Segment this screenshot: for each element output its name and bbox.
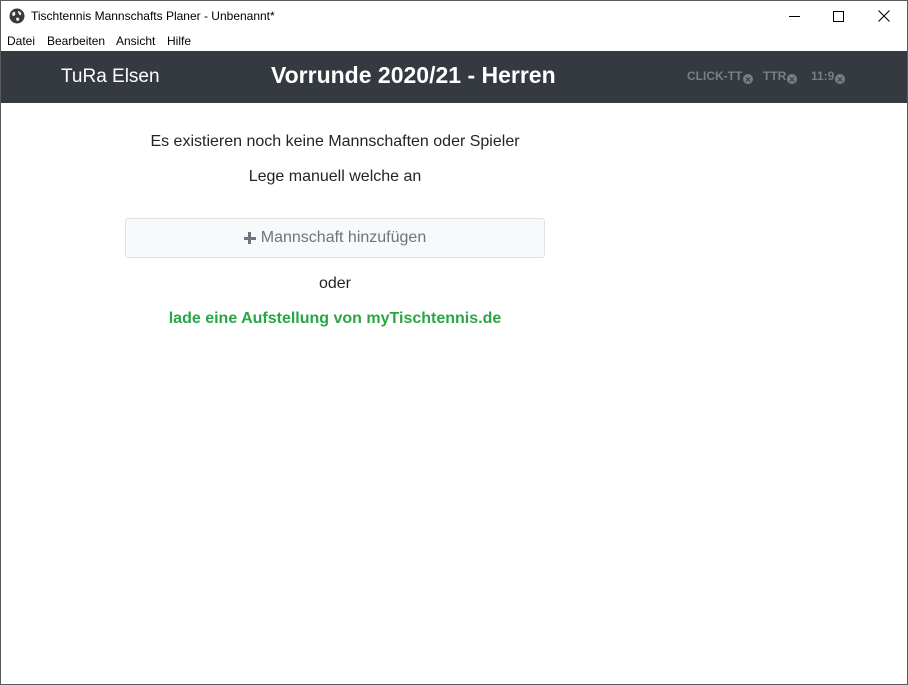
- minimize-button[interactable]: [771, 1, 817, 31]
- close-icon: [878, 10, 890, 22]
- close-icon[interactable]: [835, 74, 846, 84]
- tag-ttr: TTR: [763, 69, 798, 87]
- tag-click-tt: CLICK-TT: [687, 69, 754, 87]
- manual-hint: Lege manuell welche an: [248, 168, 422, 185]
- add-team-label: Mannschaft hinzufügen: [260, 229, 427, 246]
- plus-icon: [243, 232, 256, 244]
- tag-ttr-label: TTR: [763, 69, 787, 83]
- tag-click-tt-label: CLICK-TT: [687, 69, 743, 83]
- main-content: Es existieren noch keine Mannschaften od…: [1, 103, 907, 684]
- app-window: Tischtennis Mannschafts Planer - Unbenan…: [0, 0, 908, 685]
- club-name[interactable]: TuRa Elsen: [61, 66, 160, 88]
- maximize-button[interactable]: [815, 1, 861, 31]
- menu-hilfe[interactable]: Hilfe: [167, 34, 191, 48]
- app-header: TuRa Elsen Vorrunde 2020/21 - Herren CLI…: [1, 51, 907, 103]
- empty-message: Es existieren noch keine Mannschaften od…: [150, 133, 520, 150]
- minimize-icon: [788, 15, 800, 17]
- close-window-button[interactable]: [861, 1, 907, 31]
- menu-bar: Datei Bearbeiten Ansicht Hilfe: [1, 31, 907, 51]
- menu-ansicht[interactable]: Ansicht: [116, 34, 155, 48]
- add-team-button[interactable]: Mannschaft hinzufügen: [125, 218, 545, 258]
- close-icon[interactable]: [787, 74, 798, 84]
- tag-ratio-label: 11:9: [811, 69, 835, 83]
- menu-datei[interactable]: Datei: [7, 34, 35, 48]
- menu-bearbeiten[interactable]: Bearbeiten: [47, 34, 105, 48]
- globe-app-icon: [9, 8, 25, 24]
- title-bar: Tischtennis Mannschafts Planer - Unbenan…: [1, 1, 907, 31]
- import-mytischtennis-link[interactable]: lade eine Aufstellung von myTischtennis.…: [125, 310, 545, 328]
- season-title[interactable]: Vorrunde 2020/21 - Herren: [271, 62, 556, 89]
- close-icon[interactable]: [743, 74, 754, 84]
- window-title: Tischtennis Mannschafts Planer - Unbenan…: [31, 9, 275, 23]
- or-label: oder: [318, 275, 352, 292]
- maximize-icon: [832, 10, 844, 22]
- tag-ratio: 11:9: [811, 69, 846, 87]
